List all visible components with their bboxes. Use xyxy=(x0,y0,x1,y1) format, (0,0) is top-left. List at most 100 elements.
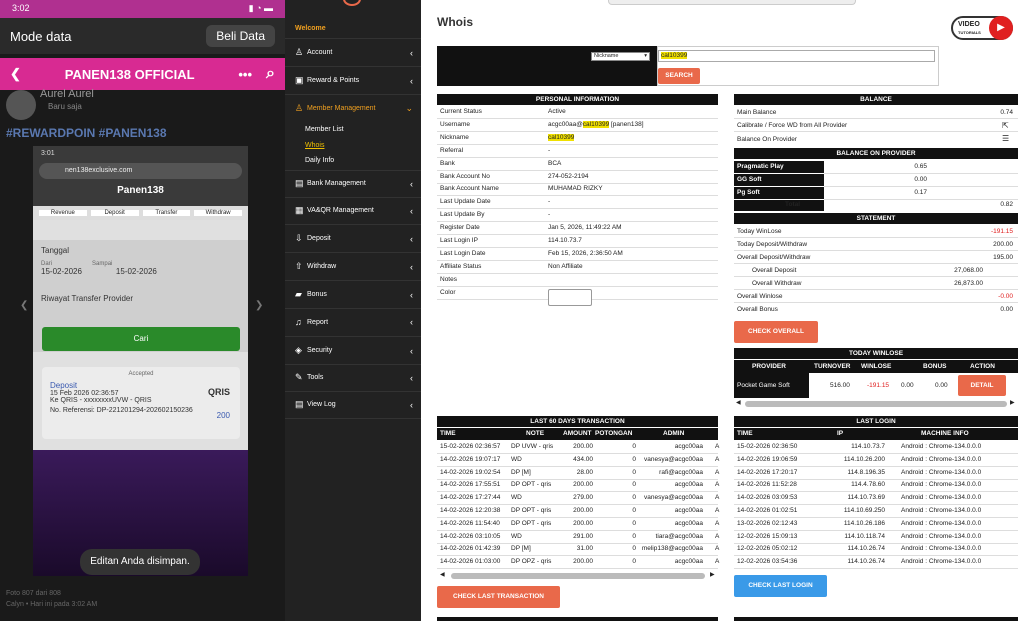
sidebar-item-withdraw[interactable]: ⇧ Withdraw ‹ xyxy=(295,261,415,272)
login-machine: Android : Chrome-134.0.0.0 xyxy=(901,558,982,566)
check-last-transaction-button[interactable]: CHECK LAST TRANSACTION xyxy=(437,586,560,608)
check-overall-button[interactable]: CHECK OVERALL xyxy=(734,321,818,343)
sidebar-item-vaqr[interactable]: ▦ VA&QR Management ‹ xyxy=(295,205,415,216)
today-turnover: 516.00 xyxy=(830,382,850,389)
inner-brand-logo: Panen138 xyxy=(117,185,164,196)
chevron-left-icon: ‹ xyxy=(410,289,413,300)
tx-note: DP OPT - qris xyxy=(511,481,552,489)
login-machine: Android : Chrome-134.0.0.0 xyxy=(901,519,982,527)
today-winlose-scrollbar[interactable] xyxy=(745,401,1007,407)
deposit-reference: No. Referensi: DP-221201294-202602150236 xyxy=(50,407,193,414)
sidebar-sub-whois[interactable]: Whois xyxy=(305,142,324,149)
sidebar-item-bonus[interactable]: ▰ Bonus ‹ xyxy=(295,289,415,300)
tx-note: DP [M] xyxy=(511,468,531,476)
search-icon[interactable]: ⌕ xyxy=(266,65,275,83)
list-icon[interactable]: ☰ xyxy=(1002,134,1009,143)
back-icon[interactable]: ❮ xyxy=(10,66,21,82)
sidebar-item-tools[interactable]: ✎ Tools ‹ xyxy=(295,372,415,383)
sidebar-item-label: Bonus xyxy=(307,291,327,298)
chevron-left-icon: ‹ xyxy=(410,345,413,356)
inner-tabs: Revenue Deposit Transfer Withdraw xyxy=(33,206,248,220)
tx-potongan: 0 xyxy=(632,481,636,489)
sidebar-sub-member-list[interactable]: Member List xyxy=(305,126,344,133)
tx-note: WD xyxy=(511,532,522,540)
login-time: 14-02-2026 17:20:17 xyxy=(737,468,798,476)
info-value: 114.10.73.7 xyxy=(548,237,582,244)
search-type-select[interactable]: Nickname ▾ xyxy=(591,52,650,61)
tx-note: WD xyxy=(511,494,522,502)
check-last-login-button[interactable]: CHECK LAST LOGIN xyxy=(734,575,827,597)
tx-potongan: 0 xyxy=(632,558,636,566)
login-machine: Android : Chrome-134.0.0.0 xyxy=(901,455,982,463)
sidebar-item-viewlog[interactable]: ▤ View Log ‹ xyxy=(295,399,415,410)
row-divider xyxy=(437,542,718,544)
tx-potongan: 0 xyxy=(632,545,636,553)
tx-amount: 28.00 xyxy=(576,468,593,476)
scroll-right-icon[interactable]: ▶ xyxy=(710,571,715,578)
qr-icon: ▦ xyxy=(295,205,304,215)
accepted-label: Accepted xyxy=(128,371,154,377)
color-picker-input[interactable] xyxy=(548,289,592,306)
scroll-right-icon[interactable]: ▶ xyxy=(1010,399,1015,406)
info-value: cal10399 xyxy=(548,133,575,141)
tx-time: 14-02-2026 12:20:38 xyxy=(440,507,501,514)
tx-potongan: 0 xyxy=(632,468,636,476)
sidebar-item-label: Security xyxy=(307,347,333,354)
sidebar-item-deposit[interactable]: ⇩ Deposit ‹ xyxy=(295,233,415,244)
search-input-value: cal10399 xyxy=(661,52,688,59)
info-label: Current Status xyxy=(440,108,482,115)
scroll-left-icon[interactable]: ◀ xyxy=(440,571,445,578)
sidebar-sub-daily-info[interactable]: Daily Info xyxy=(305,157,334,164)
tx-time: 14-02-2026 17:55:51 xyxy=(440,481,501,489)
sidebar-item-reward[interactable]: ▣ Reward & Points ‹ xyxy=(295,75,415,86)
username-suffix: [panen138] xyxy=(609,120,644,128)
avatar xyxy=(6,90,36,120)
login-machine: Android : Chrome-134.0.0.0 xyxy=(901,443,982,450)
sidebar-item-bank[interactable]: ▤ Bank Management ‹ xyxy=(295,178,415,189)
provider-balance: 0.65 xyxy=(914,163,927,170)
transactions-header: LAST 60 DAYS TRANSACTION xyxy=(437,416,718,427)
more-icon[interactable]: ••• xyxy=(238,67,252,82)
left-arrow-icon[interactable]: ❮ xyxy=(20,300,28,311)
tx-time: 14-02-2026 19:07:17 xyxy=(440,455,501,463)
sidebar-item-account[interactable]: ♙ Account ‹ xyxy=(295,47,415,58)
tx-time: 14-02-2026 17:27:44 xyxy=(440,494,501,502)
sidebar-item-member-management[interactable]: ♙ Member Management ⌄ xyxy=(295,103,415,114)
provider-balance: 0.00 xyxy=(914,176,927,183)
row-divider xyxy=(734,504,1018,506)
row-divider xyxy=(437,169,718,171)
statement-value: -191.15 xyxy=(990,228,1013,235)
detail-button[interactable]: DETAIL xyxy=(958,375,1006,396)
row-divider xyxy=(734,478,1018,480)
info-label: Color xyxy=(440,288,456,296)
sidebar-item-security[interactable]: ◈ Security ‹ xyxy=(295,345,415,356)
login-ip: 114.10.69.250 xyxy=(843,507,885,514)
tx-potongan: 0 xyxy=(632,519,636,527)
search-button[interactable]: SEARCH xyxy=(658,68,700,84)
search-input[interactable]: cal10399 xyxy=(658,50,935,62)
calibrate-label: Calibrate / Force WD from All Provider xyxy=(737,122,848,129)
tx-potongan: 0 xyxy=(632,507,636,514)
buy-data-button[interactable]: Beli Data xyxy=(206,25,275,47)
info-label: Bank Account No xyxy=(440,172,490,180)
row-divider xyxy=(824,186,1018,187)
tx-extra: A xyxy=(715,558,720,566)
total-cell-bg xyxy=(734,200,824,211)
right-arrow-icon[interactable]: ❯ xyxy=(255,300,263,311)
tx-admin: acgc00aa xyxy=(674,481,703,489)
balance-header: BALANCE xyxy=(734,94,1018,105)
video-tutorials-button[interactable]: VIDEO TUTORIALS ▶ xyxy=(951,16,1013,40)
transactions-scrollbar[interactable] xyxy=(451,573,705,579)
tx-extra: A xyxy=(715,519,720,527)
external-link-icon[interactable]: ⇱ xyxy=(1002,121,1009,130)
chevron-down-icon: ⌄ xyxy=(405,103,413,113)
transactions-columns: TIME NOTE AMOUNT POTONGAN ADMIN xyxy=(437,428,718,440)
scroll-left-icon[interactable]: ◀ xyxy=(736,399,741,406)
personal-info-header: PERSONAL INFORMATION xyxy=(437,94,718,105)
sidebar-item-label: Member Management xyxy=(307,105,376,112)
row-divider xyxy=(734,568,1018,570)
row-divider xyxy=(437,517,718,518)
info-label: Bank xyxy=(440,159,455,167)
row-divider xyxy=(437,221,718,223)
sidebar-item-report[interactable]: ♫ Report ‹ xyxy=(295,317,415,327)
